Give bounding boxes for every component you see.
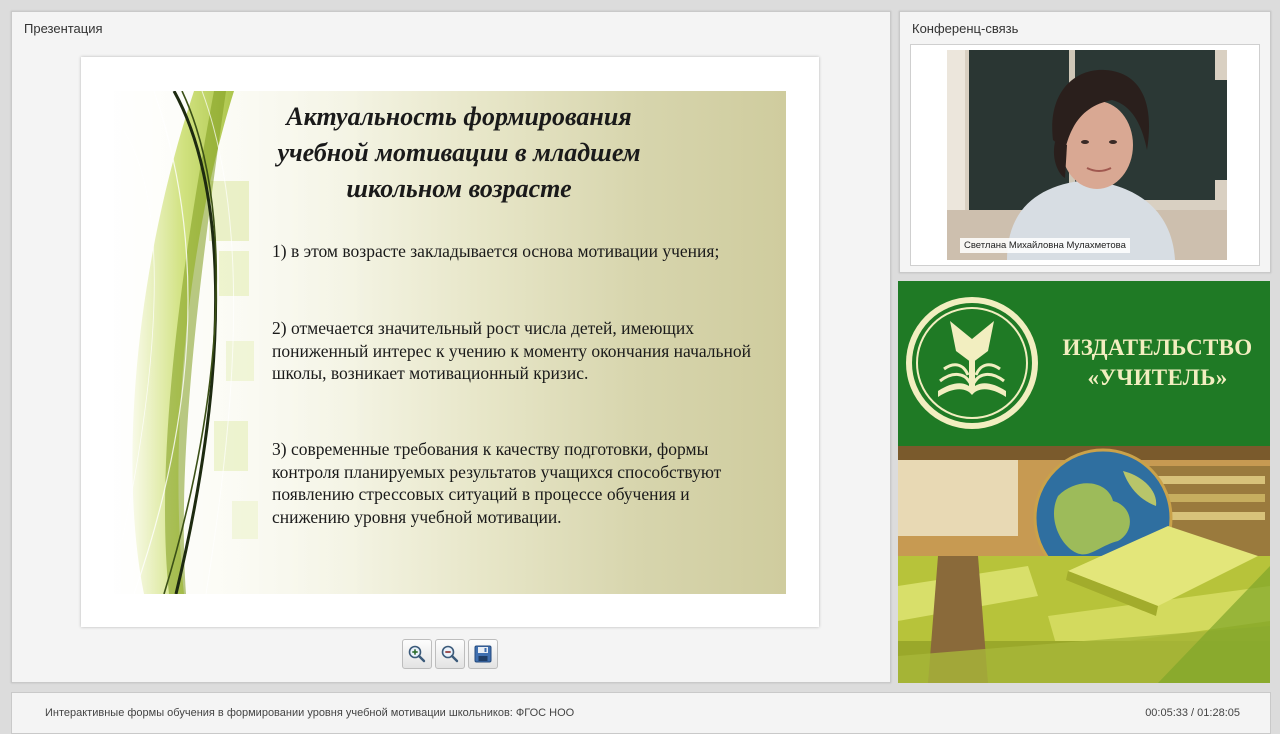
save-button[interactable] xyxy=(468,639,498,669)
speaker-name-label: Светлана Михайловна Мулахметова xyxy=(960,238,1130,253)
slide-artwork: Актуальность формирования учебной мотива… xyxy=(114,91,786,594)
slide-title-line: Актуальность формирования xyxy=(286,102,632,131)
publisher-name-line: ИЗДАТЕЛЬСТВО xyxy=(1062,335,1253,360)
floppy-disk-icon xyxy=(474,645,492,663)
video-frame: Светлана Михайловна Мулахметова xyxy=(910,44,1260,266)
zoom-in-button[interactable] xyxy=(402,639,432,669)
publisher-banner-header: ИЗДАТЕЛЬСТВО «УЧИТЕЛЬ» xyxy=(898,281,1270,446)
slide-title-line: школьном возрасте xyxy=(346,174,572,203)
presentation-panel-title: Презентация xyxy=(24,21,103,36)
slide-point-2: 2) отмечается значительный рост числа де… xyxy=(272,318,751,383)
zoom-in-icon xyxy=(408,645,426,663)
zoom-out-icon xyxy=(441,645,459,663)
slide-point-3: 3) современные требования к качеству под… xyxy=(272,439,722,527)
publisher-name-line: «УЧИТЕЛЬ» xyxy=(1087,365,1228,390)
publisher-name: ИЗДАТЕЛЬСТВО «УЧИТЕЛЬ» xyxy=(1050,333,1265,393)
publisher-banner[interactable]: ИЗДАТЕЛЬСТВО «УЧИТЕЛЬ» xyxy=(898,281,1270,683)
playback-timer: 00:05:33 / 01:28:05 xyxy=(1145,707,1240,719)
presentation-panel: Презентация Актуальность формирования уч… xyxy=(11,11,891,683)
presentation-slide: Актуальность формирования учебной мотива… xyxy=(81,57,819,627)
slide-point-1: 1) в этом возрасте закладывается основа … xyxy=(272,241,720,261)
webinar-title: Интерактивные формы обучения в формирова… xyxy=(45,707,575,719)
slide-title: Актуальность формирования учебной мотива… xyxy=(224,99,694,207)
speaker-video-image xyxy=(947,50,1227,260)
slide-title-line: учебной мотивации в младшем xyxy=(277,138,641,167)
bottom-bar: Интерактивные формы обучения в формирова… xyxy=(11,692,1271,734)
speaker-video[interactable] xyxy=(947,50,1227,260)
zoom-out-button[interactable] xyxy=(435,639,465,669)
conference-panel-title: Конференц-связь xyxy=(912,21,1019,36)
book-emblem-icon xyxy=(906,297,1038,429)
conference-panel: Конференц-связь Светлана Михайловна Мула… xyxy=(899,11,1271,273)
books-globe-image xyxy=(898,446,1270,683)
